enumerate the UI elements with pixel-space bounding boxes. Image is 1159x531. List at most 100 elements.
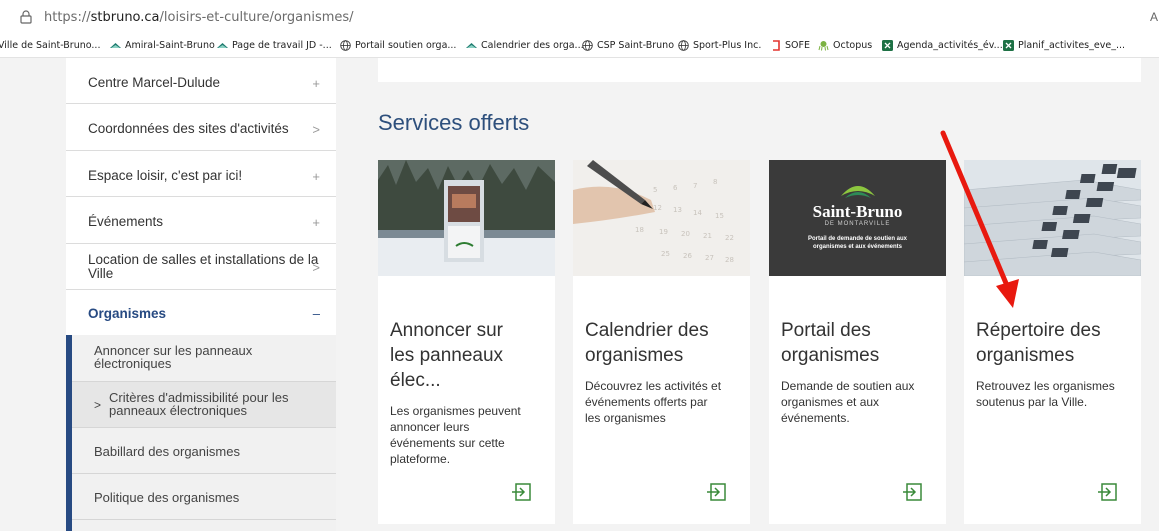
card-desc-line2: événements offerts par — [585, 395, 708, 409]
card-annoncer-panneaux[interactable]: Annoncer sur les panneaux élec... Les or… — [378, 160, 555, 524]
card-calendrier-organismes[interactable]: 5678 1112131415 1819202122 25262728 Cale… — [573, 160, 750, 524]
bookmark-ville[interactable]: Ville de Saint-Bruno... — [0, 40, 100, 51]
svg-text:19: 19 — [659, 228, 668, 236]
card-desc-line1: Découvrez les activités et — [585, 379, 722, 393]
address-bar[interactable]: https://stbruno.ca/loisirs-et-culture/or… — [0, 0, 1159, 36]
card-title-line2: organismes — [781, 345, 880, 366]
card-image-calendar: 5678 1112131415 1819202122 25262728 — [573, 160, 750, 276]
page-info-icon[interactable] — [20, 10, 32, 24]
card-image-electronic-sign — [378, 160, 555, 276]
expand-icon[interactable]: + — [312, 169, 320, 184]
nav-item-label-line2: Ville — [88, 266, 114, 281]
bookmark-label: SOFE — [785, 40, 810, 51]
card-desc-line3: événements sur cette — [390, 436, 505, 450]
bookmark-planif[interactable]: Planif_activites_eve_... — [1003, 40, 1125, 51]
svg-text:8: 8 — [713, 178, 717, 186]
reader-mode-icon[interactable]: A — [1150, 10, 1158, 24]
arrow-right-box-icon[interactable] — [707, 482, 727, 502]
globe-icon — [340, 40, 351, 51]
chevron-right-icon[interactable]: > — [312, 122, 320, 137]
bookmark-label: Calendrier des orga... — [481, 40, 584, 51]
logo-caption-line1: Portail de demande de soutien aux — [807, 236, 908, 242]
url-text[interactable]: https://stbruno.ca/loisirs-et-culture/or… — [44, 10, 354, 25]
card-desc-line2: organismes et aux — [781, 395, 880, 409]
nav-item-centre-marcel-dulude[interactable]: Centre Marcel-Dulude + — [66, 58, 336, 104]
nav-item-organismes[interactable]: Organismes – — [66, 290, 336, 335]
bookmark-page-travail[interactable]: Page de travail JD -... — [217, 40, 332, 51]
card-desc-line3: événements. — [781, 411, 850, 425]
previous-section-card — [378, 58, 1141, 82]
subnav-organismes: Annoncer sur les panneaux électroniques … — [66, 335, 336, 531]
subnav-item-criteres[interactable]: > Critères d'admissibilité pour les pann… — [72, 382, 336, 428]
nav-item-evenements[interactable]: Événements + — [66, 197, 336, 244]
bookmark-label: Page de travail JD -... — [232, 40, 332, 51]
svg-text:6: 6 — [673, 184, 678, 192]
card-desc-line2: annoncer leurs — [390, 420, 470, 434]
bookmarks-bar: Ville de Saint-Bruno... Amiral-Saint-Bru… — [0, 36, 1159, 58]
card-image-saint-bruno-logo: Saint-Bruno DE MONTARVILLE Portail de de… — [769, 160, 946, 276]
card-title: Calendrier des organismes — [585, 318, 745, 368]
section-title: Services offerts — [378, 110, 530, 135]
expand-icon[interactable]: + — [312, 215, 320, 230]
url-path: /loisirs-et-culture/organismes/ — [159, 10, 354, 25]
subnav-item-politique[interactable]: Politique des organismes — [72, 474, 336, 520]
card-description: Les organismes peuvent annoncer leurs év… — [390, 403, 550, 467]
bookmark-amiral[interactable]: Amiral-Saint-Bruno — [110, 40, 215, 51]
excel-icon — [1003, 40, 1014, 51]
nav-item-location-salles[interactable]: Location de salles et installations de l… — [66, 244, 336, 290]
wave-icon — [217, 43, 228, 48]
svg-text:5: 5 — [653, 186, 657, 194]
card-portail-organismes[interactable]: Saint-Bruno DE MONTARVILLE Portail de de… — [769, 160, 946, 524]
card-title-line1: Annoncer sur — [390, 320, 504, 341]
arrow-right-box-icon[interactable] — [1098, 482, 1118, 502]
svg-text:22: 22 — [725, 234, 734, 242]
bookmark-label: CSP Saint-Bruno — [597, 40, 675, 51]
bookmark-octopus[interactable]: Octopus — [818, 40, 872, 51]
url-prefix: https:// — [44, 10, 91, 25]
bookmark-label: Agenda_activités_év... — [897, 40, 1003, 51]
subnav-label-line2: électroniques — [94, 356, 172, 371]
arrow-right-box-icon[interactable] — [512, 482, 532, 502]
bookmark-agenda[interactable]: Agenda_activités_év... — [882, 40, 1003, 51]
svg-text:27: 27 — [705, 254, 714, 262]
subnav-item-annoncer[interactable]: Annoncer sur les panneaux électroniques — [72, 335, 336, 382]
nav-item-label: Centre Marcel-Dulude — [88, 75, 221, 90]
bookmark-label: Planif_activites_eve_... — [1018, 40, 1126, 51]
bookmark-csp[interactable]: CSP Saint-Bruno — [582, 40, 674, 51]
logo-name: Saint-Bruno — [812, 202, 903, 221]
bookmark-sofe[interactable]: SOFE — [770, 40, 810, 51]
bookmark-label: Portail soutien orga... — [355, 40, 457, 51]
subnav-item-babillard[interactable]: Babillard des organismes — [72, 428, 336, 474]
bookmark-calendrier[interactable]: Calendrier des orga... — [466, 40, 584, 51]
card-title: Portail des organismes — [781, 318, 941, 368]
nav-item-label: Organismes — [88, 306, 167, 321]
svg-text:20: 20 — [681, 230, 690, 238]
svg-text:21: 21 — [703, 232, 712, 240]
svg-text:18: 18 — [635, 226, 644, 234]
nav-item-espace-loisir[interactable]: Espace loisir, c'est par ici! + — [66, 151, 336, 197]
nav-item-coordonnees[interactable]: Coordonnées des sites d'activités > — [66, 104, 336, 151]
card-repertoire-organismes[interactable]: Répertoire des organismes Retrouvez les … — [964, 160, 1141, 524]
globe-icon — [678, 40, 689, 51]
card-desc-line1: Les organismes peuvent — [390, 404, 521, 418]
bookmark-sport-plus[interactable]: Sport-Plus Inc. — [678, 40, 761, 51]
arrow-right-box-icon[interactable] — [903, 482, 923, 502]
card-desc-line1: Demande de soutien aux — [781, 379, 915, 393]
bookmark-label: Sport-Plus Inc. — [693, 40, 762, 51]
side-navigation: Centre Marcel-Dulude + Coordonnées des s… — [66, 58, 336, 531]
card-description: Découvrez les activités et événements of… — [585, 378, 745, 426]
chevron-right-icon[interactable]: > — [312, 260, 320, 275]
card-desc-line4: plateforme. — [390, 452, 451, 466]
bookmark-label: Ville de Saint-Bruno... — [0, 40, 101, 51]
bookmark-label: Octopus — [833, 40, 873, 51]
collapse-icon[interactable]: – — [313, 306, 320, 321]
card-title: Répertoire des organismes — [976, 318, 1136, 368]
url-host: stbruno.ca — [90, 10, 160, 25]
card-title-line3: élec... — [390, 370, 441, 391]
expand-icon[interactable]: + — [312, 76, 320, 91]
svg-text:14: 14 — [693, 209, 702, 217]
bookmark-portail[interactable]: Portail soutien orga... — [340, 40, 456, 51]
card-title: Annoncer sur les panneaux élec... — [390, 318, 550, 393]
svg-text:15: 15 — [715, 212, 724, 220]
bookmark-label: Amiral-Saint-Bruno — [125, 40, 215, 51]
